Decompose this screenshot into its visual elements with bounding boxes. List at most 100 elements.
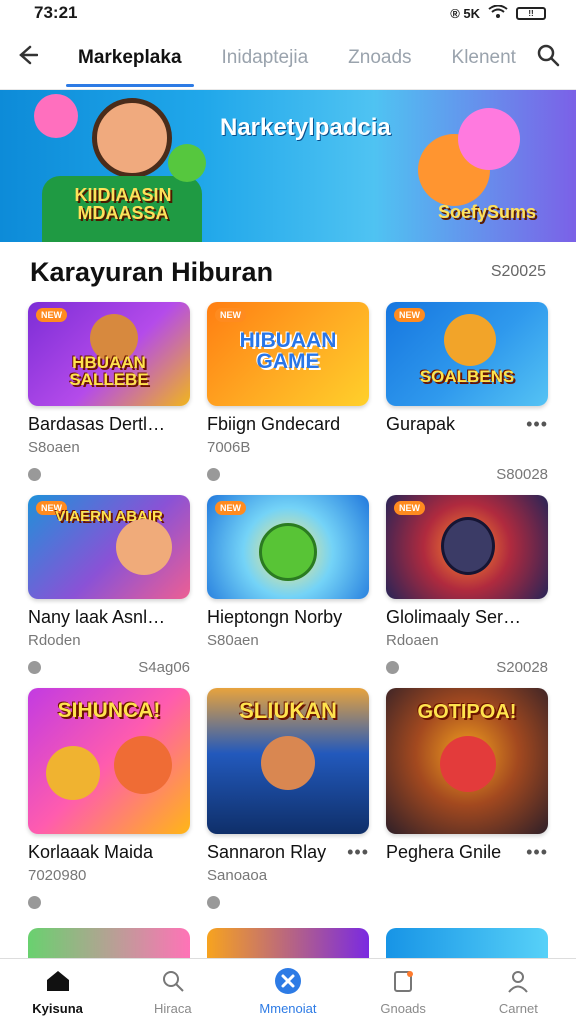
game-thumbnail-6[interactable]: NEW xyxy=(386,495,548,599)
game-badge: NEW xyxy=(394,501,425,515)
status-icons: ® 5K xyxy=(450,5,480,21)
game-subtitle: S8oaen xyxy=(28,439,80,456)
game-name: Hieptongn Norby xyxy=(207,607,343,627)
section-right-text: S20025 xyxy=(490,263,546,280)
thumb-character-icon xyxy=(114,736,172,794)
game-meta-row xyxy=(207,658,369,676)
game-name: Bardasas Dertlngn xyxy=(28,414,173,434)
game-name: Gurapak xyxy=(386,414,456,434)
game-name-row: Nany laak Asnlan... xyxy=(28,607,190,628)
banner-green-creature xyxy=(168,144,206,182)
thumb-title-text: GOTIPOA! xyxy=(417,701,517,723)
tab-znoads[interactable]: Znoads xyxy=(342,25,417,91)
game-subtitle: 7020980 xyxy=(28,867,87,884)
game-name-row: Korlaaak Maida xyxy=(28,842,190,863)
game-thumbnail-4[interactable]: NEW VIAERN ABAIR xyxy=(28,495,190,599)
close-icon xyxy=(274,967,302,994)
game-meta-row xyxy=(207,893,369,911)
search-icon xyxy=(536,44,560,71)
more-options-button[interactable]: ••• xyxy=(526,842,548,863)
bottom-nav-search[interactable]: Hiraca xyxy=(123,968,223,1016)
game-price: S4ag06 xyxy=(138,658,190,676)
game-thumbnail-9[interactable]: GOTIPOA! xyxy=(386,688,548,834)
thumb-title-text: SIHUNCA! xyxy=(57,699,161,722)
battery-icon: !! xyxy=(516,6,546,20)
banner-right-character-two xyxy=(458,108,520,170)
partial-thumbnail-2[interactable] xyxy=(207,928,369,960)
game-card-2[interactable]: NEW HIBUAAN GAME Fbiign Gndecard 7006B xyxy=(207,302,369,483)
rating-dot-icon xyxy=(28,895,41,909)
rating-dot-icon xyxy=(28,467,41,481)
game-price: S80028 xyxy=(496,465,548,483)
game-subtitle xyxy=(386,867,548,885)
partial-thumbnail-3[interactable] xyxy=(386,928,548,960)
game-name-row: Bardasas Dertlngn xyxy=(28,414,190,435)
game-card-9[interactable]: GOTIPOA! Peghera Gnile ••• xyxy=(386,688,548,911)
game-thumbnail-2[interactable]: NEW HIBUAAN GAME xyxy=(207,302,369,406)
game-card-1[interactable]: NEW HBUAAN SALLEBE Bardasas Dertlngn S8o… xyxy=(28,302,190,483)
rating-dot-icon xyxy=(207,895,220,909)
search-button[interactable] xyxy=(530,43,560,72)
game-meta-row xyxy=(28,893,190,911)
game-subtitle: Rdoaen xyxy=(386,632,439,649)
bottom-nav-profile[interactable]: Carnet xyxy=(468,968,568,1016)
game-card-8[interactable]: SLIUKAN Sannaron Rlay ••• Sanoaoa xyxy=(207,688,369,911)
status-bar: 73:21 ® 5K !! xyxy=(0,0,576,26)
thumb-title-text: SOALBENS xyxy=(419,367,515,386)
game-card-4[interactable]: NEW VIAERN ABAIR Nany laak Asnlan... Rdo… xyxy=(28,495,190,676)
game-meta-row: S80028 xyxy=(386,465,548,483)
game-grid: NEW HBUAAN SALLEBE Bardasas Dertlngn S8o… xyxy=(0,302,576,911)
tab-klenent[interactable]: Klenent xyxy=(446,25,522,91)
banner-pink-creature xyxy=(34,94,78,138)
top-navigation: Markeplaka Inidaptejia Znoads Klenent xyxy=(0,26,576,90)
thumb-title-text: VIAERN ABAIR xyxy=(55,508,163,525)
bottom-nav-downloads[interactable]: Gnoads xyxy=(353,968,453,1016)
game-badge: NEW xyxy=(394,308,425,322)
banner-hero-character xyxy=(92,98,172,178)
game-card-5[interactable]: NEW Hieptongn Norby S80aen xyxy=(207,495,369,676)
game-badge: NEW xyxy=(215,308,246,322)
promo-banner[interactable]: Narketylpadcia KIIDIAASIN MDAASSA SoefyS… xyxy=(0,90,576,242)
banner-left-text: KIIDIAASIN MDAASSA xyxy=(74,185,172,223)
game-badge: NEW xyxy=(36,308,67,322)
game-name-row: Sannaron Rlay ••• xyxy=(207,842,369,863)
game-name: Korlaaak Maida xyxy=(28,842,154,862)
bottom-nav-marketplace[interactable]: Mmenoiat xyxy=(238,967,338,1016)
thumb-character-icon xyxy=(444,314,496,366)
game-name: Nany laak Asnlan... xyxy=(28,607,173,627)
game-subtitle xyxy=(386,439,548,457)
game-thumbnail-7[interactable]: SIHUNCA! xyxy=(28,688,190,834)
game-card-3[interactable]: NEW SOALBENS Gurapak ••• S80028 xyxy=(386,302,548,483)
back-button[interactable] xyxy=(16,42,52,73)
partial-thumbnail-1[interactable] xyxy=(28,928,190,960)
thumb-title-text: HBUAAN SALLEBE xyxy=(69,353,149,389)
bottom-nav-home-label: Kyisuna xyxy=(32,1000,83,1016)
more-options-button[interactable]: ••• xyxy=(347,842,369,863)
bottom-nav-search-label: Hiraca xyxy=(153,1000,192,1016)
bottom-nav-marketplace-label: Mmenoiat xyxy=(259,1000,317,1016)
thumb-character-icon xyxy=(46,746,100,800)
game-thumbnail-3[interactable]: NEW SOALBENS xyxy=(386,302,548,406)
game-card-7[interactable]: SIHUNCA! Korlaaak Maida 7020980 xyxy=(28,688,190,911)
battery-text: !! xyxy=(528,8,534,18)
game-card-6[interactable]: NEW Glolimaaly Serolan Rdoaen S20028 xyxy=(386,495,548,676)
section-title: Karayuran Hiburan xyxy=(30,256,274,287)
bottom-nav-downloads-label: Gnoads xyxy=(380,1000,426,1016)
game-thumbnail-1[interactable]: NEW HBUAAN SALLEBE xyxy=(28,302,190,406)
game-thumbnail-5[interactable]: NEW xyxy=(207,495,369,599)
game-thumbnail-8[interactable]: SLIUKAN xyxy=(207,688,369,834)
game-subtitle: Rdoden xyxy=(28,632,81,649)
game-subtitle: S80aen xyxy=(207,632,259,649)
thumb-character-icon xyxy=(440,736,496,792)
status-indicators: ® 5K !! xyxy=(450,4,546,22)
bottom-nav-home[interactable]: Kyisuna xyxy=(8,968,108,1016)
thumb-title-text: HIBUAAN GAME xyxy=(239,329,337,373)
tab-marketplace[interactable]: Markeplaka xyxy=(66,25,194,91)
search-icon xyxy=(159,968,187,994)
more-options-button[interactable]: ••• xyxy=(526,414,548,435)
section-header: Karayuran Hiburan S20025 xyxy=(0,242,576,302)
game-subtitle: 7006B xyxy=(207,439,251,456)
game-name-row: Gurapak ••• xyxy=(386,414,548,435)
game-meta-row xyxy=(207,465,369,483)
tab-inidaptejia[interactable]: Inidaptejia xyxy=(216,25,315,91)
